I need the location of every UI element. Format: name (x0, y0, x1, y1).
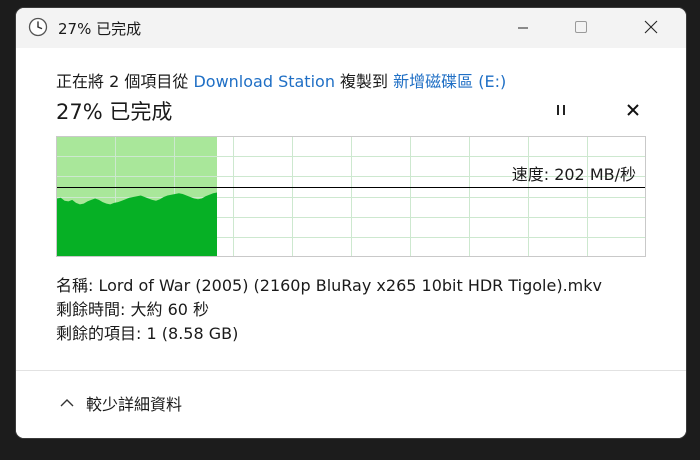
details-panel: 名稱: Lord of War (2005) (2160p BluRay x26… (56, 274, 602, 346)
copy-progress-window: 27% 已完成 正在將 2 個項目從 Download Station 複製到 … (16, 8, 686, 438)
name-value: Lord of War (2005) (2160p BluRay x265 10… (98, 276, 603, 295)
speed-graph: 速度: 202 MB/秒 (56, 136, 646, 257)
name-label: 名稱: (56, 276, 94, 295)
name-row: 名稱: Lord of War (2005) (2160p BluRay x26… (56, 274, 602, 298)
close-icon (644, 19, 658, 38)
items-remaining-label: 剩餘的項目: (56, 324, 142, 343)
minimize-icon (517, 19, 529, 38)
chevron-up-icon (60, 398, 74, 408)
pause-button[interactable] (548, 98, 574, 124)
time-remaining-value: 大約 60 秒 (130, 300, 210, 319)
copy-description: 正在將 2 個項目從 Download Station 複製到 新增磁碟區 (E… (56, 68, 506, 92)
speed-graph-canvas (56, 136, 646, 257)
maximize-icon (574, 19, 588, 38)
source-link[interactable]: Download Station (193, 72, 335, 91)
clock-icon (28, 17, 48, 37)
copy-middle: 複製到 (334, 72, 394, 91)
dialog-footer: 較少詳細資料 (16, 371, 686, 438)
title-bar[interactable]: 27% 已完成 (16, 8, 686, 48)
dialog-body: 正在將 2 個項目從 Download Station 複製到 新增磁碟區 (E… (16, 48, 686, 438)
fewer-details-label: 較少詳細資料 (86, 395, 183, 414)
items-remaining-row: 剩餘的項目: 1 (8.58 GB) (56, 322, 602, 346)
cancel-icon (626, 102, 640, 121)
time-remaining-label: 剩餘時間: (56, 300, 126, 319)
items-remaining-value: 1 (8.58 GB) (146, 324, 239, 343)
pause-icon (554, 102, 568, 121)
maximize-button[interactable] (558, 8, 604, 48)
cancel-button[interactable] (620, 98, 646, 124)
close-button[interactable] (628, 8, 674, 48)
copy-prefix: 正在將 2 個項目從 (56, 72, 194, 91)
progress-percent: 27% 已完成 (56, 100, 173, 124)
fewer-details-toggle[interactable]: 較少詳細資料 (60, 391, 182, 415)
speed-label: 速度: 202 MB/秒 (511, 165, 636, 184)
window-title: 27% 已完成 (58, 20, 142, 38)
time-remaining-row: 剩餘時間: 大約 60 秒 (56, 298, 602, 322)
minimize-button[interactable] (500, 8, 546, 48)
destination-link[interactable]: 新增磁碟區 (E:) (393, 72, 506, 91)
